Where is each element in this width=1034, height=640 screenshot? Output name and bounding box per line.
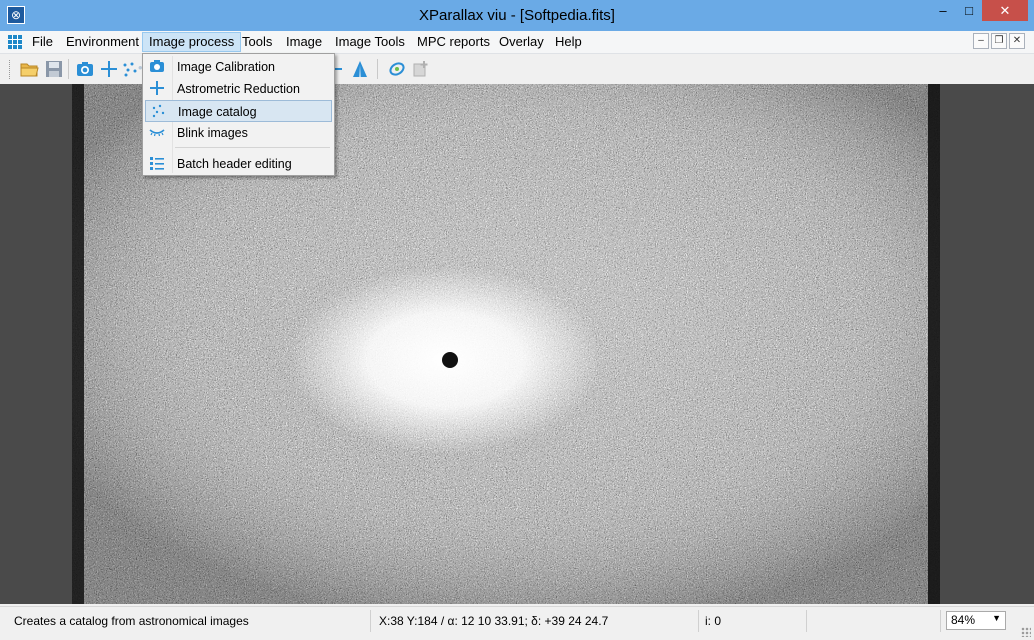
menu-item-astrometric-reduction[interactable]: Astrometric Reduction [145, 78, 332, 100]
zoom-value: 84% [951, 613, 976, 627]
status-message: Creates a catalog from astronomical imag… [14, 614, 249, 628]
open-folder-icon[interactable] [19, 59, 39, 79]
status-intensity: i: 0 [705, 614, 722, 628]
dots-icon[interactable] [120, 59, 140, 79]
menu-image-process[interactable]: Image process [142, 32, 242, 52]
chevron-down-icon[interactable]: ▼ [992, 613, 1001, 623]
menu-item-label: Batch header editing [177, 157, 292, 171]
camera-icon [149, 58, 165, 74]
window-close-button[interactable]: ✕ [982, 0, 1028, 21]
menu-environment[interactable]: Environment [60, 32, 145, 52]
menu-item-label: Image catalog [178, 105, 257, 119]
menu-image[interactable]: Image [280, 32, 328, 52]
mdi-restore-button[interactable]: ❐ [991, 33, 1007, 49]
app-window: ⊗ XParallax viu - [Softpedia.fits] – □ ✕… [0, 0, 1034, 640]
menu-mpc-reports[interactable]: MPC reports [411, 32, 496, 52]
window-title: XParallax viu - [Softpedia.fits] [419, 7, 615, 24]
crosshair-icon [149, 80, 165, 96]
menu-file[interactable]: File [26, 32, 59, 52]
status-divider [806, 610, 807, 632]
menu-item-label: Blink images [177, 126, 248, 140]
mdi-minimize-button[interactable]: – [973, 33, 989, 49]
save-disk-icon[interactable] [44, 59, 64, 79]
menu-bar: File Environment Image process Tools Ima… [0, 31, 1034, 54]
menu-help[interactable]: Help [549, 32, 588, 52]
title-bar[interactable]: ⊗ XParallax viu - [Softpedia.fits] – □ ✕ [0, 0, 1034, 31]
menu-item-batch-header-editing[interactable]: Batch header editing [145, 153, 332, 175]
dropdown-separator [175, 147, 330, 148]
toolbar-separator [377, 59, 378, 79]
menu-image-tools[interactable]: Image Tools [329, 32, 411, 52]
menu-item-image-calibration[interactable]: Image Calibration [145, 56, 332, 78]
mdi-close-button[interactable]: ✕ [1009, 33, 1025, 49]
status-bar: Creates a catalog from astronomical imag… [0, 606, 1034, 640]
list-icon [149, 155, 165, 171]
menu-item-blink-images[interactable]: Blink images [145, 122, 332, 144]
menu-tools[interactable]: Tools [236, 32, 278, 52]
crosshair-icon[interactable] [99, 59, 119, 79]
menu-item-label: Astrometric Reduction [177, 82, 300, 96]
window-maximize-button[interactable]: □ [956, 0, 982, 21]
status-divider [940, 610, 941, 632]
toolbar-separator [68, 59, 69, 79]
status-divider [370, 610, 371, 632]
camera-icon[interactable] [75, 59, 95, 79]
status-coordinates: X:38 Y:184 / α: 12 10 33.91; δ: +39 24 2… [379, 614, 609, 628]
scatter-dots-icon [150, 103, 166, 119]
menu-overlay[interactable]: Overlay [493, 32, 550, 52]
menu-item-image-catalog[interactable]: Image catalog [145, 100, 332, 122]
status-divider [698, 610, 699, 632]
target-icon[interactable] [387, 59, 407, 79]
copy-plus-icon[interactable] [411, 59, 431, 79]
zoom-select[interactable]: 84% ▼ [946, 611, 1006, 630]
blink-eye-icon [149, 124, 165, 140]
mdi-child-icon[interactable] [8, 35, 22, 49]
triangle-icon[interactable] [350, 59, 370, 79]
menu-item-label: Image Calibration [177, 60, 275, 74]
resize-grip-icon[interactable] [1021, 627, 1031, 637]
toolbar-grip[interactable] [9, 60, 13, 79]
image-process-dropdown: Image Calibration Astrometric Reduction … [142, 53, 335, 176]
window-minimize-button[interactable]: – [930, 0, 956, 21]
